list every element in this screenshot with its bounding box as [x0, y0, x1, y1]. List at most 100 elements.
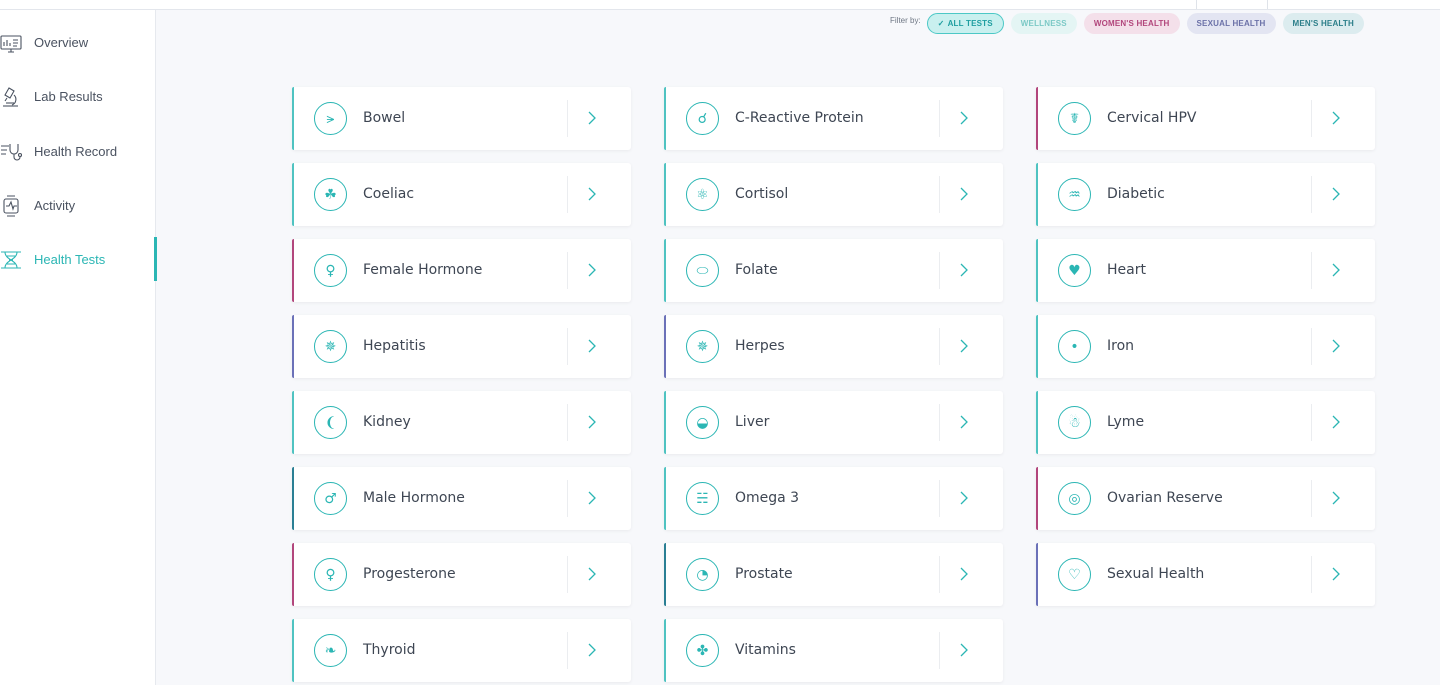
test-card[interactable]: ◒ Liver [664, 391, 1003, 454]
test-card[interactable]: ◎ Ovarian Reserve [1036, 467, 1375, 530]
test-card-title: Thyroid [363, 642, 416, 658]
pancreas-icon: ♒ [1058, 178, 1091, 211]
filter-chip-sexual-health[interactable]: SEXUAL HEALTH [1186, 12, 1276, 34]
chevron-right-icon[interactable] [588, 415, 597, 429]
test-card[interactable]: • Iron [1036, 315, 1375, 378]
chevron-right-icon[interactable] [588, 111, 597, 125]
virus-icon: ✵ [314, 330, 347, 363]
category-accent [664, 543, 666, 606]
chevron-right-icon[interactable] [1332, 415, 1341, 429]
chart-monitor-icon [0, 32, 22, 54]
heart-icon: ♡ [1058, 558, 1091, 591]
chevron-right-icon[interactable] [1332, 491, 1341, 505]
brain-icon: ⚛ [686, 178, 719, 211]
test-card[interactable]: ☵ Omega 3 [664, 467, 1003, 530]
chevron-right-icon[interactable] [1332, 339, 1341, 353]
filter-chip-all-tests[interactable]: ✓ ALL TESTS [926, 12, 1004, 34]
card-divider [567, 480, 568, 517]
test-card[interactable]: ♥ Heart [1036, 239, 1375, 302]
test-card-title: Folate [735, 262, 778, 278]
test-card[interactable]: ❧ Thyroid [292, 619, 631, 682]
test-card[interactable]: ⪫ Bowel [292, 87, 631, 150]
blood-drop-icon: • [1058, 330, 1091, 363]
test-card-title: Heart [1107, 262, 1146, 278]
category-accent [292, 619, 294, 682]
uterus-icon: ☤ [1058, 102, 1091, 135]
virus-icon: ✵ [686, 330, 719, 363]
test-card-title: Liver [735, 414, 770, 430]
chevron-right-icon[interactable] [960, 491, 969, 505]
test-card[interactable]: ✵ Hepatitis [292, 315, 631, 378]
bowel-icon: ⪫ [314, 102, 347, 135]
card-divider [567, 100, 568, 137]
sidebar-item-overview[interactable]: Overview [0, 20, 156, 64]
test-card[interactable]: ♀ Progesterone [292, 543, 631, 606]
card-divider [1311, 556, 1312, 593]
test-card[interactable]: ◔ Prostate [664, 543, 1003, 606]
card-divider [1311, 404, 1312, 441]
chevron-right-icon[interactable] [1332, 567, 1341, 581]
category-accent [1036, 163, 1038, 226]
category-accent [292, 315, 294, 378]
test-card-title: Hepatitis [363, 338, 426, 354]
female-symbol-icon: ♀ [314, 558, 347, 591]
chevron-right-icon[interactable] [960, 187, 969, 201]
chevron-right-icon[interactable] [960, 111, 969, 125]
chevron-right-icon[interactable] [960, 415, 969, 429]
test-card[interactable]: ⚛ Cortisol [664, 163, 1003, 226]
chevron-right-icon[interactable] [1332, 263, 1341, 277]
chevron-right-icon[interactable] [960, 263, 969, 277]
chevron-right-icon[interactable] [960, 643, 969, 657]
chevron-right-icon[interactable] [588, 339, 597, 353]
chevron-right-icon[interactable] [588, 263, 597, 277]
category-accent [292, 163, 294, 226]
test-card[interactable]: ♡ Sexual Health [1036, 543, 1375, 606]
sidebar: Overview Lab Results Health Record Activ… [0, 10, 157, 685]
card-divider [567, 252, 568, 289]
chevron-right-icon[interactable] [588, 567, 597, 581]
microscope-icon [0, 86, 22, 108]
top-bar-divider [1196, 0, 1197, 9]
test-card[interactable]: ⬭ Folate [664, 239, 1003, 302]
category-accent [664, 467, 666, 530]
test-card[interactable]: ♀ Female Hormone [292, 239, 631, 302]
chevron-right-icon[interactable] [960, 567, 969, 581]
card-divider [567, 328, 568, 365]
test-card-title: Coeliac [363, 186, 415, 202]
test-card-title: Male Hormone [363, 490, 465, 506]
category-accent [1036, 391, 1038, 454]
chevron-right-icon[interactable] [588, 491, 597, 505]
sidebar-item-health-record[interactable]: Health Record [0, 129, 156, 173]
test-card[interactable]: ♂ Male Hormone [292, 467, 631, 530]
thyroid-icon: ❧ [314, 634, 347, 667]
top-bar-divider [1267, 0, 1268, 9]
sidebar-item-lab-results[interactable]: Lab Results [0, 74, 156, 118]
chevron-right-icon[interactable] [960, 339, 969, 353]
category-accent [664, 239, 666, 302]
card-divider [1311, 480, 1312, 517]
card-divider [567, 176, 568, 213]
filter-label: Filter by: [890, 16, 921, 25]
chevron-right-icon[interactable] [588, 643, 597, 657]
test-card[interactable]: ☃ Lyme [1036, 391, 1375, 454]
card-divider [1311, 252, 1312, 289]
card-divider [939, 252, 940, 289]
filter-chip-mens-health[interactable]: MEN'S HEALTH [1282, 12, 1364, 34]
sidebar-item-activity[interactable]: Activity [0, 183, 156, 227]
test-card[interactable]: ☌ C-Reactive Protein [664, 87, 1003, 150]
chevron-right-icon[interactable] [1332, 111, 1341, 125]
test-card[interactable]: ✵ Herpes [664, 315, 1003, 378]
filter-chip-womens-health[interactable]: WOMEN'S HEALTH [1083, 12, 1180, 34]
test-card[interactable]: ♒ Diabetic [1036, 163, 1375, 226]
category-accent [1036, 543, 1038, 606]
chevron-right-icon[interactable] [1332, 187, 1341, 201]
test-card[interactable]: ☤ Cervical HPV [1036, 87, 1375, 150]
chevron-right-icon[interactable] [588, 187, 597, 201]
test-card[interactable]: ☘ Coeliac [292, 163, 631, 226]
test-card-title: Female Hormone [363, 262, 483, 278]
sidebar-item-health-tests[interactable]: Health Tests [0, 237, 157, 281]
test-card[interactable]: ✤ Vitamins [664, 619, 1003, 682]
test-card[interactable]: ❨ Kidney [292, 391, 631, 454]
filter-chip-wellness[interactable]: WELLNESS [1010, 12, 1077, 34]
card-divider [939, 328, 940, 365]
